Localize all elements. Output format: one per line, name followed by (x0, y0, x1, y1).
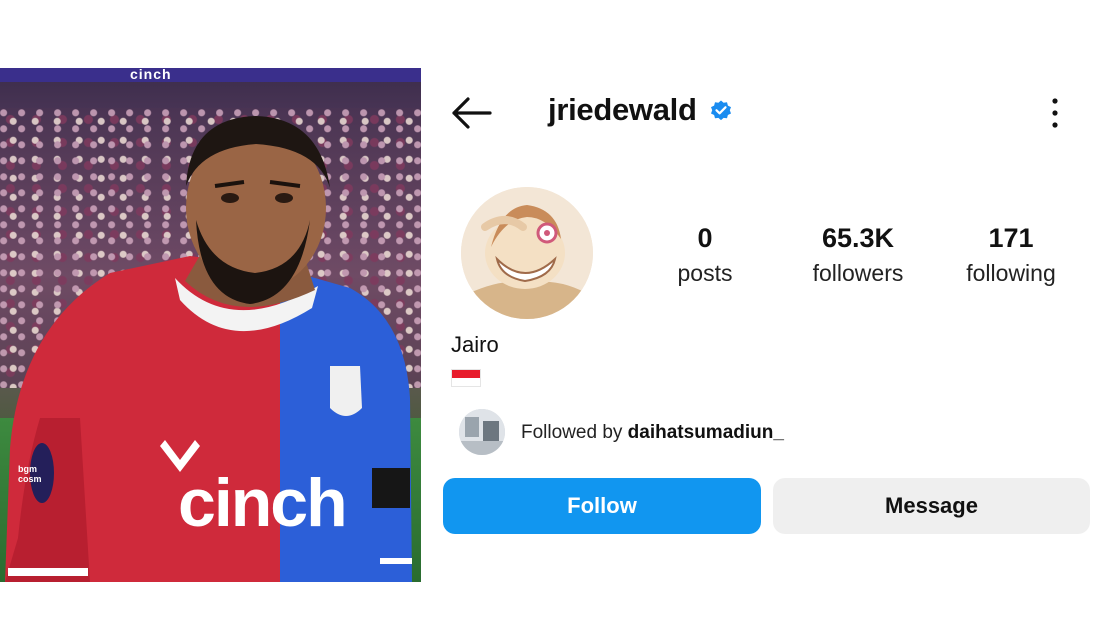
followed-by-prefix: Followed by (521, 422, 628, 443)
follow-button[interactable]: Follow (443, 478, 761, 534)
indonesia-flag-icon (451, 369, 481, 387)
followed-by-username[interactable]: daihatsumadiun_ (628, 422, 784, 443)
back-arrow-icon[interactable] (450, 96, 492, 130)
display-name: Jairo (451, 332, 499, 357)
stat-following[interactable]: 171 following (966, 222, 1056, 288)
mutual-avatar-illustration (459, 409, 505, 455)
more-options-icon[interactable] (1046, 96, 1064, 130)
avatar-illustration (461, 187, 593, 319)
followers-label: followers (812, 260, 904, 286)
following-count: 171 (988, 223, 1034, 253)
posts-label: posts (677, 260, 733, 286)
sleeve-badge-text: bgm cosm (18, 464, 42, 484)
profile-header: jriedewald (548, 92, 733, 128)
player-photo: cinch cinch bgm cosm (0, 68, 421, 582)
message-button[interactable]: Message (773, 478, 1090, 534)
following-label: following (966, 260, 1056, 286)
username: jriedewald (548, 92, 697, 127)
followers-count: 65.3K (821, 223, 895, 253)
followed-by-text[interactable]: Followed by daihatsumadiun_ (521, 422, 784, 444)
verified-badge-icon (710, 100, 731, 121)
mutual-follower-avatar[interactable] (459, 409, 505, 455)
stat-posts[interactable]: 0 posts (678, 222, 733, 288)
posts-count: 0 (697, 223, 713, 253)
shirt-sponsor: cinch (178, 465, 348, 541)
stat-followers[interactable]: 65.3K followers (813, 222, 904, 288)
profile-avatar[interactable] (461, 187, 593, 319)
